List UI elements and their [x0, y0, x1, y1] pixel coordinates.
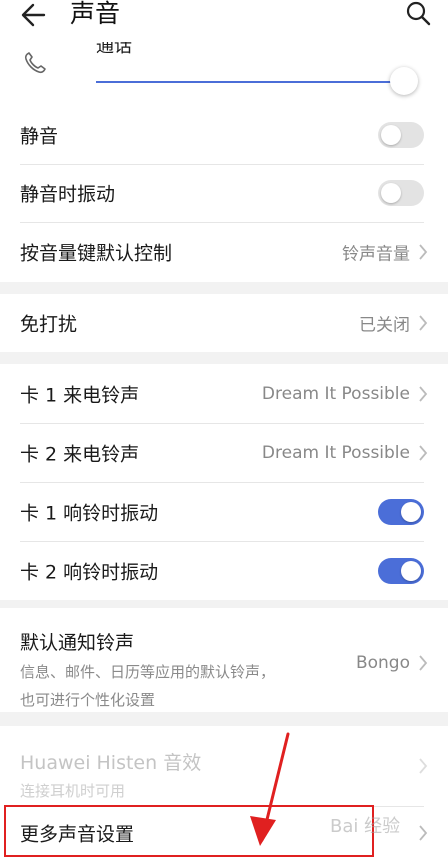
- mute-toggle[interactable]: [378, 122, 424, 148]
- volume-key-row[interactable]: 按音量键默认控制 铃声音量: [0, 222, 448, 282]
- chevron-right-icon: [419, 244, 428, 260]
- watermark: Bai 经验: [330, 816, 401, 837]
- chevron-right-icon: [419, 655, 428, 671]
- dnd-label: 免打扰: [20, 313, 78, 336]
- volume-slider-thumb[interactable]: [390, 67, 418, 95]
- sim2-vibrate-row[interactable]: 卡 2 响铃时振动: [0, 541, 448, 600]
- notification-ringtone-desc: 信息、邮件、日历等应用的默认铃声， 也可进行个性化设置: [20, 658, 275, 714]
- sim1-ringtone-value: Dream It Possible: [261, 383, 410, 404]
- arrow-left-icon[interactable]: [18, 0, 54, 30]
- notification-desc-line2: 也可进行个性化设置: [20, 691, 156, 709]
- notification-ringtone-value: Bongo: [355, 653, 410, 673]
- mute-vibrate-row[interactable]: 静音时振动: [0, 164, 448, 222]
- search-icon[interactable]: [404, 0, 432, 28]
- volume-key-label: 按音量键默认控制: [20, 242, 173, 265]
- chevron-right-icon: [419, 385, 428, 402]
- dnd-row[interactable]: 免打扰 已关闭: [0, 294, 448, 352]
- sim2-ringtone-label: 卡 2 来电铃声: [20, 443, 140, 465]
- mute-vibrate-label: 静音时振动: [20, 183, 116, 206]
- sim1-ringtone-label: 卡 1 来电铃声: [20, 384, 140, 406]
- notification-ringtone-row[interactable]: 默认通知铃声 信息、邮件、日历等应用的默认铃声， 也可进行个性化设置 Bongo: [0, 608, 448, 712]
- highlight-box: [4, 805, 374, 857]
- sim1-vibrate-label: 卡 1 响铃时振动: [20, 502, 159, 524]
- sim1-vibrate-toggle[interactable]: [378, 498, 424, 525]
- sim1-vibrate-row[interactable]: 卡 1 响铃时振动: [0, 482, 448, 541]
- notification-group: 默认通知铃声 信息、邮件、日历等应用的默认铃声， 也可进行个性化设置 Bongo: [0, 608, 448, 712]
- chevron-right-icon: [419, 315, 428, 331]
- arrow-annotation-icon: [250, 732, 290, 846]
- mute-vibrate-toggle[interactable]: [378, 180, 424, 206]
- histen-desc: 连接耳机时可用: [20, 782, 126, 800]
- histen-label: Huawei Histen 音效: [20, 752, 202, 774]
- sim1-ringtone-row[interactable]: 卡 1 来电铃声 Dream It Possible: [0, 364, 448, 423]
- mute-label: 静音: [20, 125, 59, 148]
- chevron-right-icon: [419, 444, 428, 461]
- sound-basic-group: 静音 静音时振动 按音量键默认控制 铃声音量: [0, 106, 448, 282]
- dnd-group: 免打扰 已关闭: [0, 294, 448, 352]
- app-header: 声音: [0, 0, 448, 46]
- sim2-ringtone-value: Dream It Possible: [261, 442, 410, 463]
- sim2-vibrate-toggle[interactable]: [378, 557, 424, 584]
- call-volume-row: 通话: [0, 42, 448, 106]
- sim2-vibrate-label: 卡 2 响铃时振动: [20, 561, 159, 583]
- volume-track[interactable]: [96, 81, 406, 83]
- phone-icon: [24, 52, 46, 74]
- mute-row[interactable]: 静音: [0, 106, 448, 164]
- notification-desc-line1: 信息、邮件、日历等应用的默认铃声，: [20, 663, 276, 681]
- sim2-ringtone-row[interactable]: 卡 2 来电铃声 Dream It Possible: [0, 423, 448, 482]
- notification-ringtone-label: 默认通知铃声: [20, 632, 135, 654]
- chevron-right-icon: [419, 825, 428, 841]
- histen-row: Huawei Histen 音效 连接耳机时可用: [0, 726, 448, 806]
- volume-key-value: 铃声音量: [342, 244, 410, 265]
- ringtone-group: 卡 1 来电铃声 Dream It Possible 卡 2 来电铃声 Drea…: [0, 364, 448, 600]
- page-title: 声音: [70, 0, 121, 28]
- chevron-right-icon: [419, 758, 428, 774]
- dnd-value: 已关闭: [359, 315, 410, 336]
